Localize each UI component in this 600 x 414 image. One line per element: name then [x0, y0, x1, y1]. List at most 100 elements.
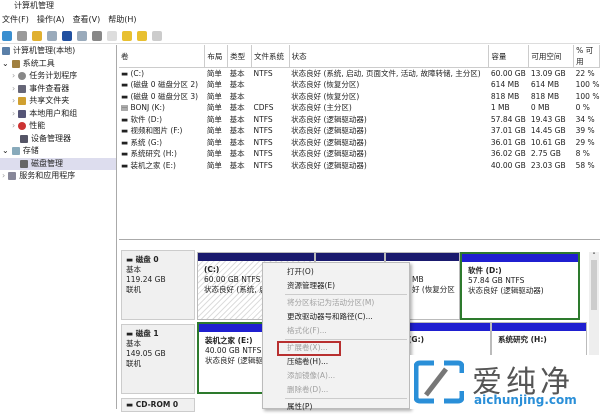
table-cell: 29 %: [575, 137, 595, 147]
volume-name: BONJ (K:): [130, 103, 165, 113]
tree-item-task-scheduler[interactable]: › 任务计划程序: [0, 70, 116, 83]
table-row[interactable]: ▬ 系统研究 (H:) 简单 基本 NTFS 状态良好 (逻辑驱动器) 36.02 GB 2…: [119, 148, 600, 160]
context-menu: 打开(O) 资源管理器(E) 将分区标记为活动分区(M) 更改驱动器号和路径(C…: [262, 262, 410, 411]
table-cell: 状态良好 (逻辑驱动器): [291, 114, 367, 124]
menu-file[interactable]: 文件(F): [2, 12, 29, 28]
table-cell: 状态良好 (逻辑驱动器): [291, 149, 367, 159]
volume-name: (磁盘 0 磁盘分区 2): [130, 80, 199, 90]
table-row[interactable]: ▬ 装机之家 (E:) 简单 基本 NTFS 状态良好 (逻辑驱动器) 40.00 GB 2…: [119, 160, 600, 172]
tree-item-event-viewer[interactable]: › 事件查看器: [0, 83, 116, 96]
document-icon[interactable]: [107, 30, 117, 41]
menu-item-shrink-volume[interactable]: 压缩卷(H)...: [263, 355, 409, 369]
table-cell: 14.45 GB: [530, 126, 566, 136]
tree-item-storage[interactable]: ⌄ 存储: [0, 145, 116, 158]
tree-item-services-apps[interactable]: › 服务和应用程序: [0, 170, 116, 183]
menu-item-format[interactable]: 格式化(F)...: [263, 324, 409, 338]
table-cell: 简单: [206, 149, 222, 159]
folder-icon[interactable]: [122, 30, 132, 41]
disk-0-label[interactable]: ▬ 磁盘 0 基本 119.24 GB 联机: [121, 250, 195, 320]
table-cell: NTFS: [253, 137, 273, 147]
table-row[interactable]: ▬ 软件 (D:) 简单 基本 NTFS 状态良好 (逻辑驱动器) 57.84 GB 19.…: [119, 114, 600, 126]
table-cell: 0 %: [575, 103, 590, 113]
table-cell: ▬ 装机之家 (E:): [119, 160, 205, 172]
disk-1-label[interactable]: ▬ 磁盘 1 基本 149.05 GB 联机: [121, 324, 195, 394]
table-cell: 简单: [206, 126, 222, 136]
connect-icon[interactable]: [92, 30, 102, 41]
column-header[interactable]: 容量: [488, 45, 530, 68]
menu-item-extend-volume[interactable]: 扩展卷(X)...: [263, 341, 409, 356]
table-cell: 58 %: [575, 160, 595, 170]
table-cell: 614 MB: [490, 80, 520, 90]
column-header[interactable]: 布局: [204, 45, 229, 68]
table-cell: 基本: [229, 114, 245, 124]
menu-action[interactable]: 操作(A): [37, 12, 65, 28]
column-header[interactable]: 类型: [227, 45, 252, 68]
tree-item-performance[interactable]: › 性能: [0, 120, 116, 133]
table-cell: 57.84 GB: [490, 114, 526, 124]
column-header[interactable]: 文件系统: [251, 45, 290, 68]
users-icon: [18, 109, 27, 118]
menu-item-change-drive-letter[interactable]: 更改驱动器号和路径(C)...: [263, 310, 409, 324]
partition-status: 状态良好 (逻辑驱动器): [468, 286, 544, 295]
partition-d[interactable]: 软件 (D:) 57.84 GB NTFS 状态良好 (逻辑驱动器): [460, 252, 580, 320]
menu-item-mark-active[interactable]: 将分区标记为活动分区(M): [263, 296, 409, 310]
up-folder-icon[interactable]: [32, 30, 42, 41]
disk-1-size: 149.05 GB: [126, 349, 166, 358]
disk-1-status: 联机: [126, 359, 141, 368]
menu-item-explorer[interactable]: 资源管理器(E): [263, 279, 409, 293]
disk-icon: [20, 159, 28, 168]
clock-icon: [18, 72, 27, 81]
help-icon[interactable]: [62, 30, 72, 41]
chevron-right-icon: ›: [12, 108, 16, 118]
column-header[interactable]: 状态: [289, 45, 490, 68]
volume-name: 视频和图片 (F:): [130, 126, 183, 136]
table-cell: 简单: [206, 69, 222, 78]
table-row[interactable]: ▬ (磁盘 0 磁盘分区 3) 简单 基本 状态良好 (恢复分区) 818 MB 818 …: [119, 91, 600, 103]
table-row[interactable]: ▬ 视频和图片 (F:) 简单 基本 NTFS 状态良好 (逻辑驱动器) 37.01 GB…: [119, 125, 600, 137]
column-header[interactable]: 可用空间: [528, 45, 575, 68]
back-icon[interactable]: [2, 30, 12, 41]
volume-name: 装机之家 (E:): [130, 160, 176, 170]
menu-separator: [285, 294, 407, 295]
table-cell: 100 %: [575, 91, 600, 101]
menu-item-add-mirror[interactable]: 添加镜像(A)...: [263, 369, 409, 383]
table-cell: 简单: [206, 160, 222, 170]
scroll-up-icon[interactable]: ˄: [589, 252, 599, 260]
table-cell: 基本: [229, 69, 245, 78]
menu-item-open[interactable]: 打开(O): [263, 265, 409, 279]
view-icon[interactable]: [77, 30, 87, 41]
tree-item-computer-management[interactable]: 计算机管理(本地): [0, 45, 116, 58]
menu-view[interactable]: 查看(V): [73, 12, 101, 28]
table-cell: 23.03 GB: [530, 160, 566, 170]
tree-item-system-tools[interactable]: ⌄ 系统工具: [0, 58, 116, 71]
table-cell: ▤ BONJ (K:): [119, 102, 205, 114]
menu-item-properties[interactable]: 属性(P): [263, 400, 409, 414]
show-tree-icon[interactable]: [47, 30, 57, 41]
properties-icon[interactable]: [152, 30, 162, 41]
tree-item-shared-folders[interactable]: › 共享文件夹: [0, 95, 116, 108]
menu-help[interactable]: 帮助(H): [108, 12, 136, 28]
table-row[interactable]: ▬ (磁盘 0 磁盘分区 2) 简单 基本 状态良好 (恢复分区) 614 MB 614 …: [119, 79, 600, 91]
table-cell: 状态良好 (逻辑驱动器): [291, 160, 367, 170]
tree-item-local-users[interactable]: › 本地用户和组: [0, 108, 116, 121]
tree-item-disk-management[interactable]: 磁盘管理: [0, 157, 116, 170]
tree-item-device-manager[interactable]: 设备管理器: [0, 133, 116, 146]
table-cell: ▬ (磁盘 0 磁盘分区 2): [119, 79, 205, 91]
table-cell: 34 %: [575, 114, 595, 124]
table-row[interactable]: ▤ BONJ (K:) 简单 基本 CDFS 状态良好 (主分区) 1 MB 0 MB 0 %: [119, 102, 600, 114]
volume-name: 系统研究 (H:): [130, 149, 177, 159]
table-cell: 状态良好 (系统, 启动, 页面文件, 活动, 故障转储, 主分区): [291, 69, 481, 78]
menu-item-delete-volume[interactable]: 删除卷(D)...: [263, 383, 409, 397]
column-header[interactable]: 卷: [119, 45, 206, 68]
table-row[interactable]: ▬ (C:) 简单 基本 NTFS 状态良好 (系统, 启动, 页面文件, 活动, 故障…: [119, 68, 600, 80]
table-cell: 818 MB: [530, 91, 560, 101]
search-folder-icon[interactable]: [137, 30, 147, 41]
column-header[interactable]: % 可用: [573, 45, 600, 68]
table-row[interactable]: ▬ 系统 (G:) 简单 基本 NTFS 状态良好 (逻辑驱动器) 36.01 GB 10.…: [119, 137, 600, 149]
forward-icon[interactable]: [17, 30, 27, 41]
table-cell: 基本: [229, 126, 245, 136]
navigation-tree: 计算机管理(本地) ⌄ 系统工具 › 任务计划程序 › 事件查看器 › 共享文件夹 › 本…: [0, 45, 117, 409]
table-cell: 37.01 GB: [490, 126, 526, 136]
cdrom-label[interactable]: ▬ CD-ROM 0: [121, 398, 195, 412]
table-cell: 36.02 GB: [490, 149, 526, 159]
